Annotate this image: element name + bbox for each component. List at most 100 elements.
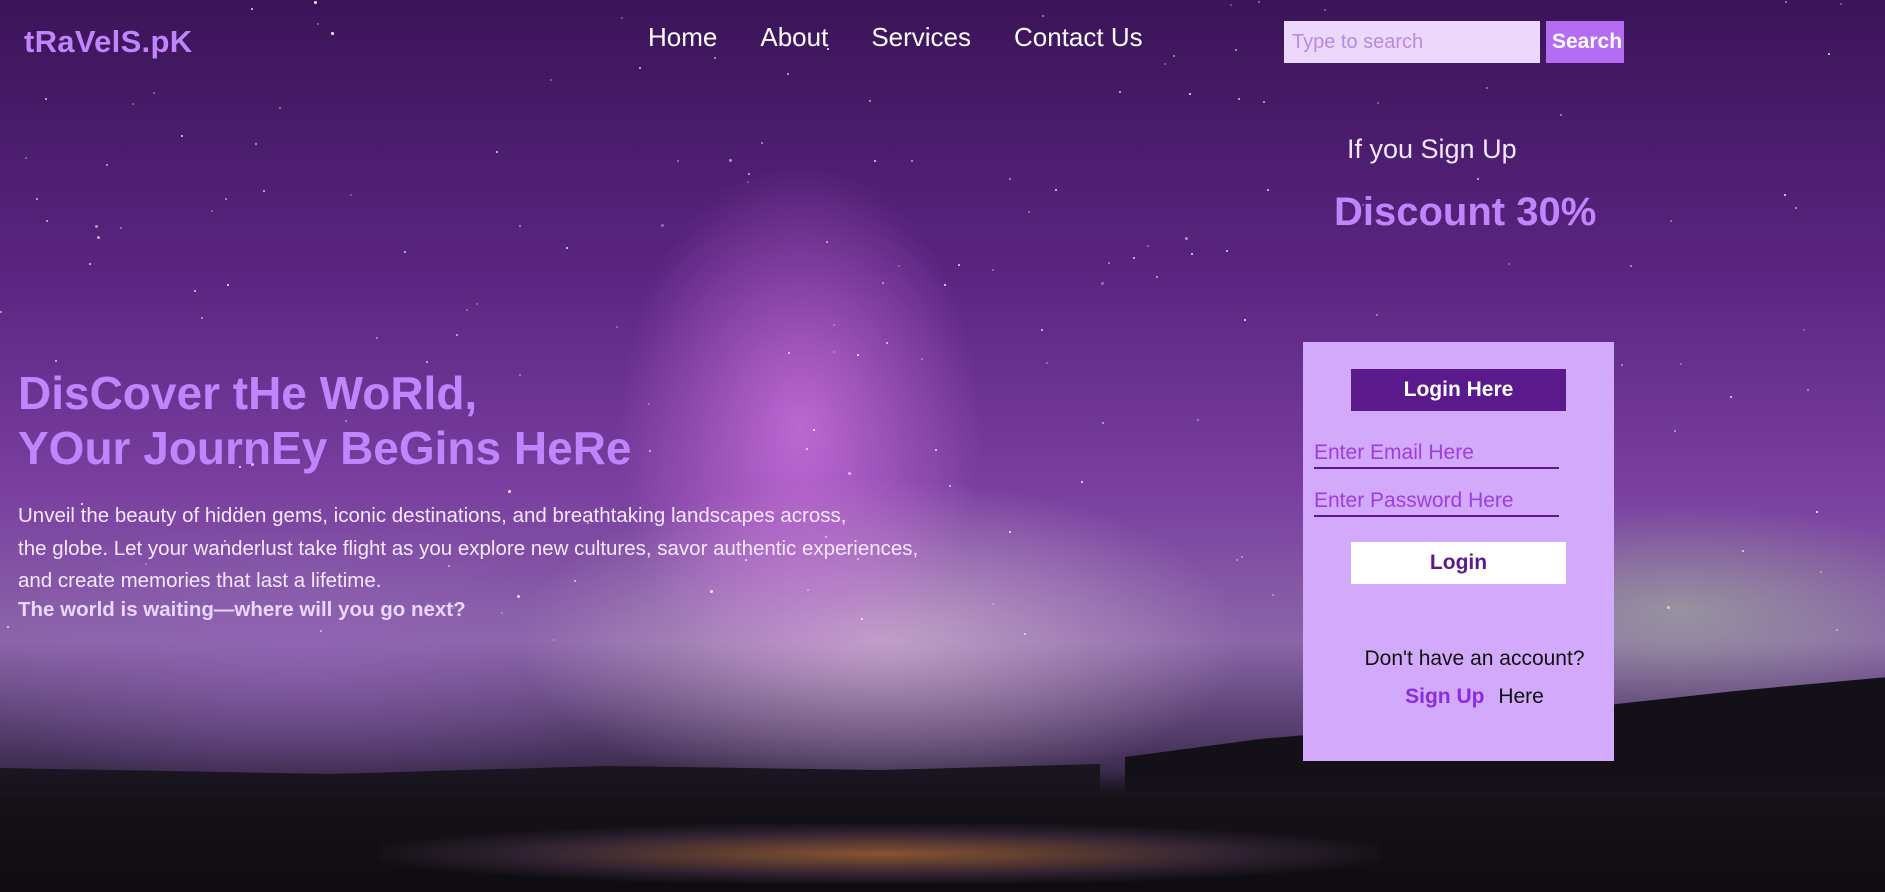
star [1377,102,1379,104]
star [46,220,48,222]
star [833,324,835,326]
signup-suffix: Here [1498,685,1544,708]
login-form: Login Here Login Don't have an account? … [1303,342,1614,761]
star [1028,211,1030,213]
star [1101,282,1104,285]
nav-services[interactable]: Services [871,22,971,53]
star [181,135,183,137]
star [1041,329,1043,331]
promo-discount: Discount 30% [1334,190,1597,234]
login-button[interactable]: Login [1351,542,1566,584]
star [1226,250,1228,252]
star [1836,629,1838,631]
star [992,269,994,271]
star [314,1,317,4]
star [496,151,498,153]
star [833,351,835,353]
hero-description: Unveil the beauty of hidden gems, iconic… [18,500,998,598]
star [1742,550,1744,552]
star [1189,93,1191,95]
star [944,284,946,286]
star [476,303,478,305]
star [211,210,213,212]
star [1820,571,1822,573]
star [553,639,555,641]
star [1147,245,1149,247]
star [404,251,406,253]
password-field[interactable] [1314,487,1559,517]
star [748,173,750,175]
star [787,73,789,75]
nav-about[interactable]: About [760,22,828,53]
star [1840,3,1842,5]
main-nav: Home About Services Contact Us [648,22,1143,53]
star [501,612,503,614]
promo-subtitle: If you Sign Up [1347,134,1517,164]
star [97,236,100,239]
star [350,194,352,196]
star [1241,556,1243,558]
search-input[interactable] [1284,21,1540,63]
star [508,490,511,493]
star [1191,253,1193,255]
star [1477,178,1479,180]
star [621,17,623,19]
star [89,263,91,265]
star [550,79,552,81]
star [911,160,913,162]
no-account-text: Don't have an account? [1364,647,1585,670]
signup-link[interactable]: Sign Up [1405,685,1484,708]
nav-contact-us[interactable]: Contact Us [1014,22,1143,53]
star [729,159,732,162]
star [1670,220,1672,222]
star [36,198,38,200]
star [227,284,229,286]
star [1055,189,1057,191]
star [992,603,994,605]
star [1164,63,1166,65]
star [1081,481,1083,483]
star [826,241,828,243]
star [106,164,108,166]
star [519,225,521,227]
search-bar: Search [1284,21,1624,63]
star [1042,15,1044,17]
star [263,190,265,192]
star [1156,276,1158,278]
star [25,157,27,159]
star [958,264,960,266]
star [95,225,98,228]
star [639,67,641,69]
login-title: Login Here [1351,369,1566,411]
star [921,358,923,360]
signup-line: Sign Up Here [1303,685,1614,709]
star [1236,559,1238,561]
hero-text-line1: Unveil the beauty of hidden gems, iconic… [18,504,847,527]
star [848,472,851,475]
email-field[interactable] [1314,439,1559,469]
star [1674,430,1676,432]
nav-home[interactable]: Home [648,22,717,53]
star [1119,91,1121,93]
star [120,227,122,229]
star [132,103,134,105]
star [1630,265,1632,267]
search-button[interactable]: Search [1546,21,1624,63]
star [45,98,47,100]
star [869,100,871,102]
star [1258,1,1260,3]
star [1807,389,1809,391]
site-logo[interactable]: tRaVelS.pK [24,24,192,60]
star [1235,49,1237,51]
star [466,309,468,311]
star [935,449,937,451]
star [1784,194,1786,196]
star [661,224,664,227]
star [1324,9,1326,11]
star [1009,178,1011,180]
star [1667,606,1670,609]
star [1680,363,1682,365]
star [7,626,9,628]
star [1508,263,1510,265]
star [1185,237,1188,240]
